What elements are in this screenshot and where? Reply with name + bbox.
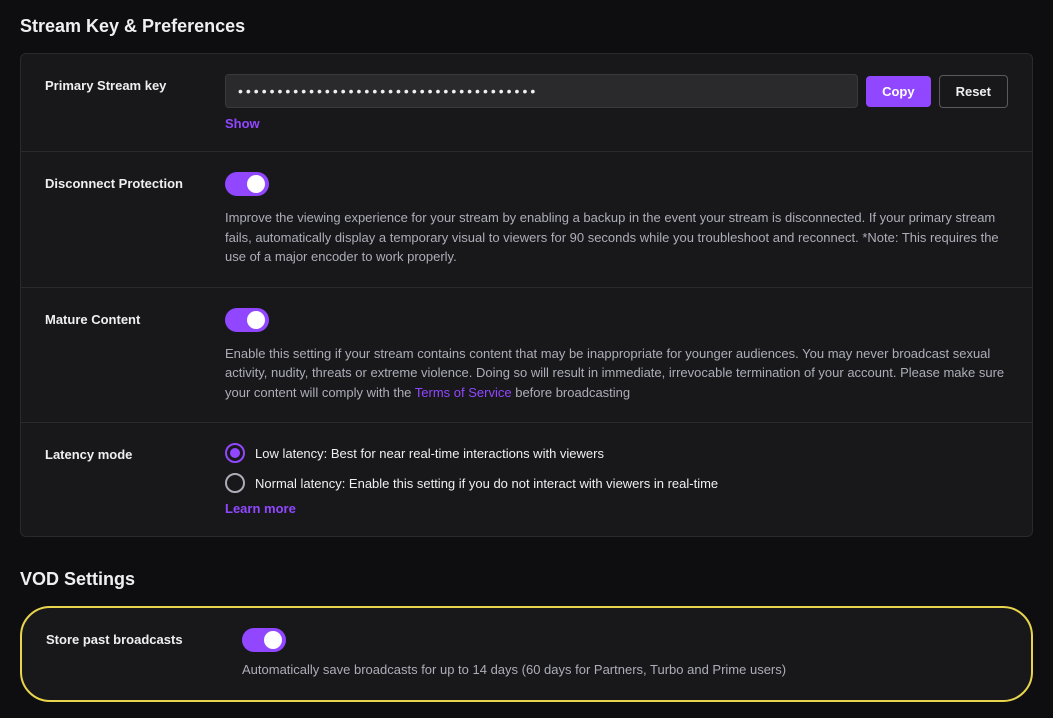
normal-latency-radio[interactable]	[225, 473, 245, 493]
stream-key-label: Primary Stream key	[45, 74, 225, 93]
mature-content-description: Enable this setting if your stream conta…	[225, 344, 1008, 403]
low-latency-option[interactable]: Low latency: Best for near real-time int…	[225, 443, 1008, 463]
mature-content-toggle[interactable]	[225, 308, 269, 332]
mature-content-content: Enable this setting if your stream conta…	[225, 308, 1008, 403]
stream-key-input-row: Copy Reset	[225, 74, 1008, 108]
terms-of-service-link[interactable]: Terms of Service	[415, 385, 512, 400]
stream-key-input[interactable]	[225, 74, 858, 108]
latency-radio-group: Low latency: Best for near real-time int…	[225, 443, 1008, 493]
store-past-broadcasts-toggle[interactable]	[242, 628, 286, 652]
latency-mode-label: Latency mode	[45, 443, 225, 462]
normal-latency-option[interactable]: Normal latency: Enable this setting if y…	[225, 473, 1008, 493]
latency-learn-more-link[interactable]: Learn more	[225, 501, 296, 516]
disconnect-protection-description: Improve the viewing experience for your …	[225, 208, 1008, 267]
toggle-thumb-mature	[247, 311, 265, 329]
stream-key-preferences-card: Primary Stream key Copy Reset Show Disco…	[20, 53, 1033, 537]
mature-content-row: Mature Content Enable this setting if yo…	[21, 288, 1032, 424]
stream-key-content: Copy Reset Show	[225, 74, 1008, 131]
store-past-broadcasts-description: Automatically save broadcasts for up to …	[242, 660, 1007, 680]
low-latency-label: Low latency: Best for near real-time int…	[255, 446, 604, 461]
page-title: Stream Key & Preferences	[20, 16, 1033, 37]
store-past-broadcasts-label: Store past broadcasts	[46, 628, 226, 647]
disconnect-protection-row: Disconnect Protection Improve the viewin…	[21, 152, 1032, 288]
copy-button[interactable]: Copy	[866, 76, 931, 107]
vod-settings-section: VOD Settings Store past broadcasts Autom…	[20, 569, 1033, 702]
store-past-broadcasts-content: Automatically save broadcasts for up to …	[242, 628, 1007, 680]
vod-settings-title: VOD Settings	[20, 569, 1033, 590]
vod-settings-card: Store past broadcasts Automatically save…	[20, 606, 1033, 702]
toggle-thumb-vod	[264, 631, 282, 649]
store-past-broadcasts-toggle-row	[242, 628, 1007, 652]
mature-content-label: Mature Content	[45, 308, 225, 327]
disconnect-protection-label: Disconnect Protection	[45, 172, 225, 191]
stream-key-row: Primary Stream key Copy Reset Show	[21, 54, 1032, 152]
toggle-thumb	[247, 175, 265, 193]
latency-mode-content: Low latency: Best for near real-time int…	[225, 443, 1008, 516]
store-past-broadcasts-row: Store past broadcasts Automatically save…	[46, 628, 1007, 680]
low-latency-radio[interactable]	[225, 443, 245, 463]
disconnect-protection-content: Improve the viewing experience for your …	[225, 172, 1008, 267]
show-link[interactable]: Show	[225, 116, 260, 131]
disconnect-protection-toggle[interactable]	[225, 172, 269, 196]
normal-latency-label: Normal latency: Enable this setting if y…	[255, 476, 718, 491]
mature-content-description-after: before broadcasting	[512, 385, 631, 400]
latency-mode-row: Latency mode Low latency: Best for near …	[21, 423, 1032, 536]
reset-button[interactable]: Reset	[939, 75, 1008, 108]
